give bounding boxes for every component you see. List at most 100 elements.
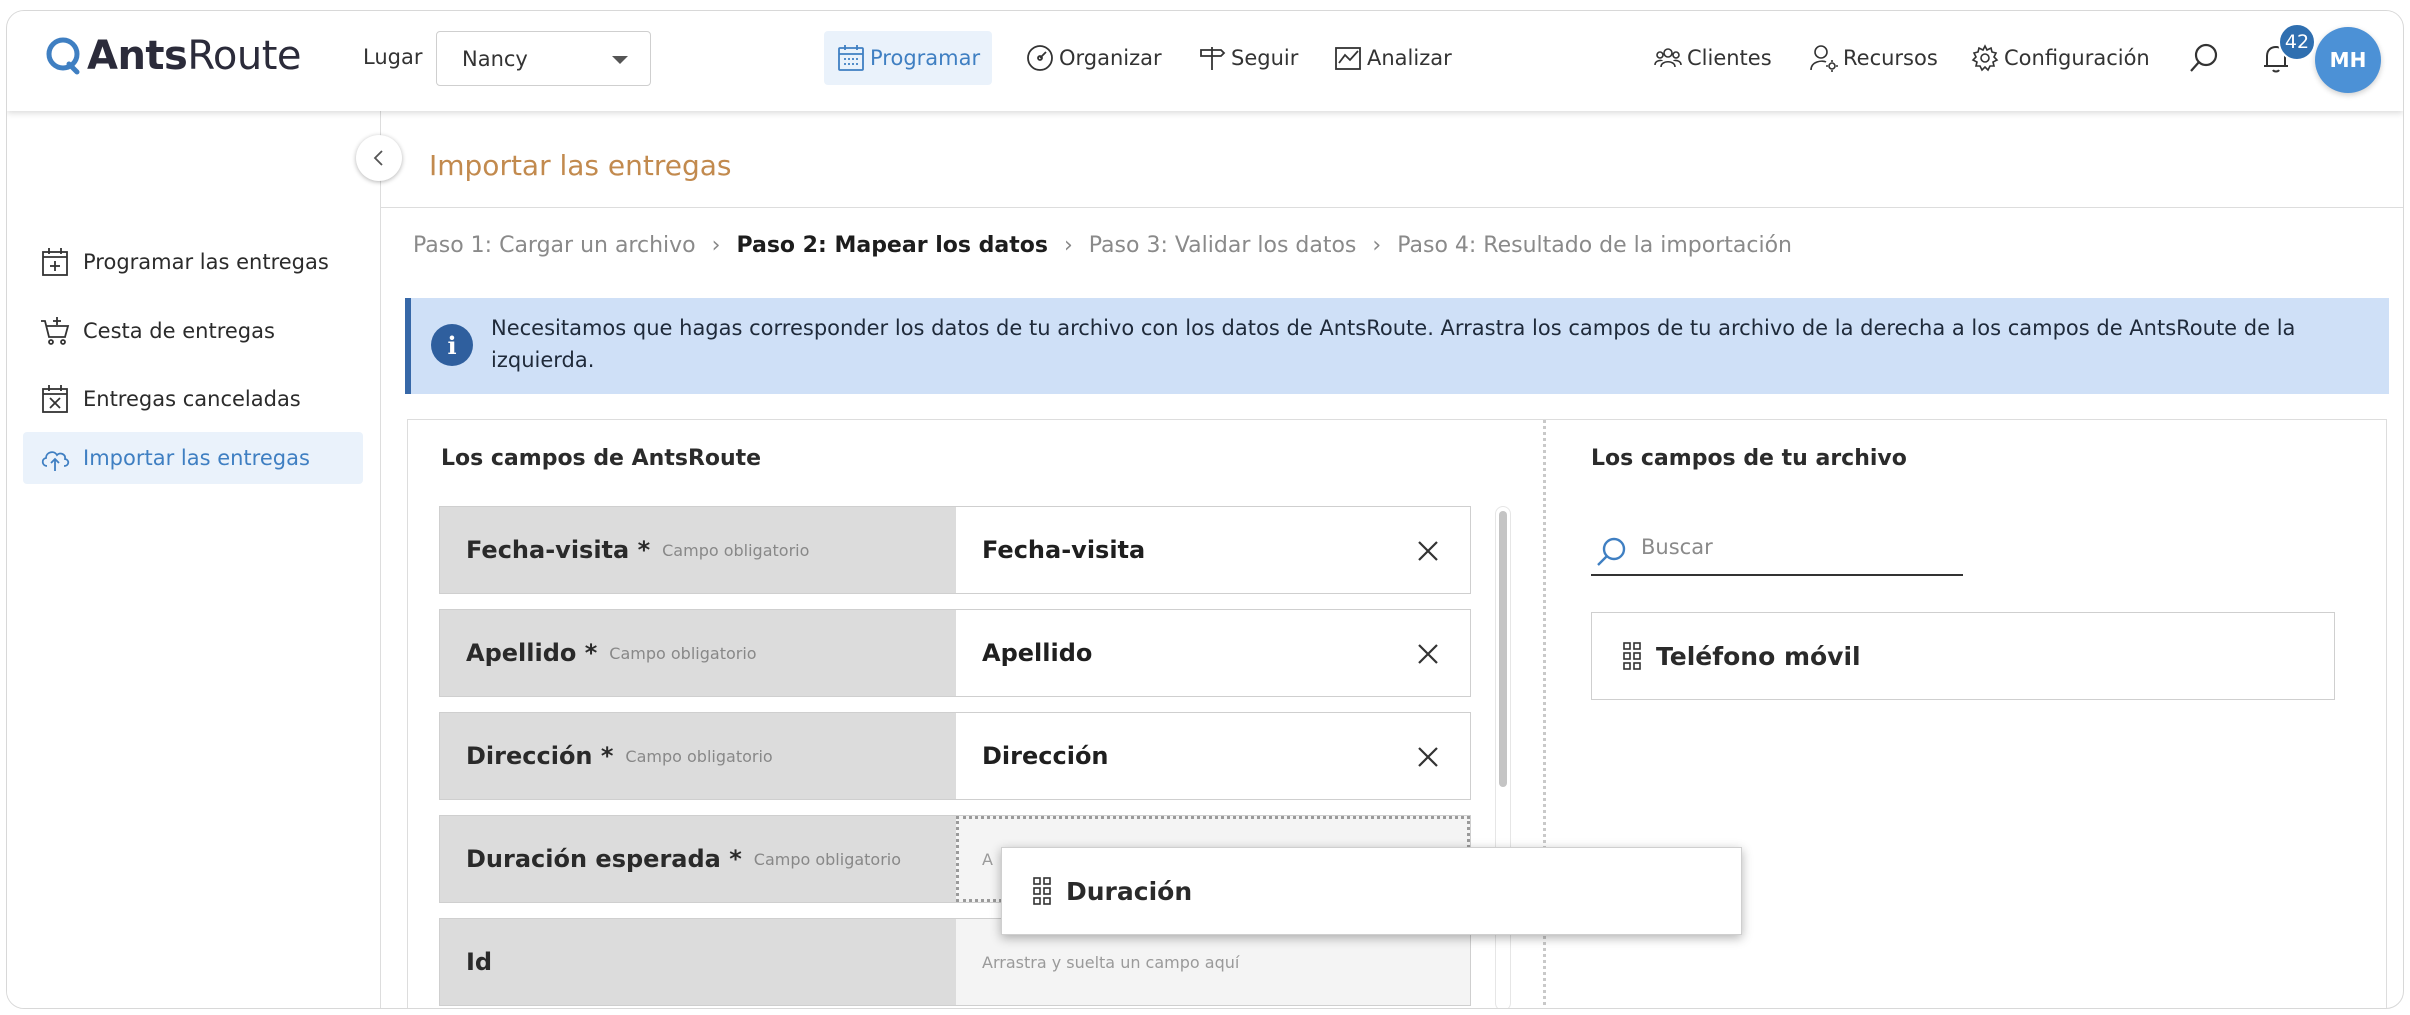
nav-programar[interactable]: Programar — [824, 31, 993, 85]
field-label-cell: Apellido * Campo obligatorio — [440, 610, 956, 696]
search-icon[interactable] — [2187, 41, 2221, 75]
brand-name: AntsRoute — [87, 33, 301, 79]
close-icon[interactable] — [1414, 640, 1442, 668]
calendar-plus-icon — [42, 248, 68, 276]
sidebar-item-label: Importar las entregas — [83, 446, 310, 470]
app-window: AntsRoute Lugar Nancy Programar Organiza… — [6, 10, 2404, 1009]
file-fields-title: Los campos de tu archivo — [1591, 446, 1907, 471]
mapping-row: Apellido * Campo obligatorio Apellido — [439, 609, 1471, 697]
chevron-down-icon — [612, 56, 628, 64]
info-text: Necesitamos que hagas corresponder los d… — [491, 316, 2296, 372]
calendar-icon — [838, 45, 864, 71]
nav-seguir[interactable]: Seguir — [1197, 31, 1298, 85]
mapped-value-cell[interactable]: Fecha-visita — [956, 507, 1470, 593]
place-select-value: Nancy — [462, 46, 528, 71]
nav-configuracion-label: Configuración — [2004, 46, 2150, 70]
nav-clientes[interactable]: Clientes — [1653, 31, 1772, 85]
file-field-label: Teléfono móvil — [1656, 641, 1861, 671]
mapped-value: Dirección — [982, 742, 1109, 770]
drag-handle-icon — [1623, 642, 1641, 670]
field-name: Fecha-visita * — [466, 536, 651, 564]
sidebar-item-programar[interactable]: Programar las entregas — [23, 236, 363, 288]
mapped-value-cell[interactable]: Dirección — [956, 713, 1470, 799]
required-hint: Campo obligatorio — [753, 849, 902, 869]
mapping-row: Dirección * Campo obligatorio Dirección — [439, 712, 1471, 800]
drop-hint: A — [982, 849, 993, 869]
chevron-right-icon: › — [1372, 233, 1382, 258]
file-fields-search — [1591, 520, 1963, 576]
chart-icon — [1335, 47, 1361, 70]
nav-analizar[interactable]: Analizar — [1333, 31, 1452, 85]
place-select[interactable]: Nancy — [436, 31, 651, 86]
step-4: Paso 4: Resultado de la importación — [1397, 233, 1792, 258]
people-icon — [1654, 48, 1682, 68]
basket-icon — [41, 317, 70, 345]
antsroute-logo[interactable]: AntsRoute — [43, 33, 301, 79]
sidebar-item-importar[interactable]: Importar las entregas — [23, 432, 363, 484]
scrollbar-thumb[interactable] — [1499, 511, 1507, 787]
nav-recursos[interactable]: Recursos — [1809, 31, 1938, 85]
page-title: Importar las entregas — [429, 149, 732, 182]
sidebar-collapse-button[interactable] — [356, 135, 402, 181]
nav-organizar-label: Organizar — [1059, 46, 1162, 70]
search-icon — [1597, 537, 1626, 566]
info-banner: i Necesitamos que hagas corresponder los… — [405, 298, 2389, 394]
mapped-value-cell[interactable]: Apellido — [956, 610, 1470, 696]
nav-clientes-label: Clientes — [1687, 46, 1772, 70]
sidebar-item-cesta[interactable]: Cesta de entregas — [23, 305, 363, 357]
search-input[interactable] — [1641, 532, 1941, 562]
field-name: Id — [466, 948, 493, 976]
nav-seguir-label: Seguir — [1231, 46, 1299, 70]
nav-configuracion[interactable]: Configuración — [1970, 31, 2150, 85]
signpost-icon — [1200, 47, 1226, 70]
drag-handle-icon — [1033, 877, 1051, 905]
chevron-left-icon — [373, 150, 383, 166]
sidebar: Programar las entregas Cesta de entregas… — [7, 111, 381, 1008]
file-field-chip[interactable]: Teléfono móvil — [1591, 612, 2335, 700]
field-label-cell: Fecha-visita * Campo obligatorio — [440, 507, 956, 593]
chevron-right-icon: › — [711, 233, 721, 258]
sidebar-item-label: Cesta de entregas — [83, 319, 275, 343]
dragging-field-label: Duración — [1066, 876, 1193, 906]
dragging-field-chip[interactable]: Duración — [1001, 847, 1742, 935]
nav-organizar[interactable]: Organizar — [1025, 31, 1162, 85]
field-label-cell: Dirección * Campo obligatorio — [440, 713, 956, 799]
mapped-value: Fecha-visita — [982, 536, 1146, 564]
required-hint: Campo obligatorio — [662, 540, 810, 560]
field-name: Apellido * — [466, 639, 598, 667]
user-gear-icon — [1810, 45, 1838, 72]
step-2: Paso 2: Mapear los datos — [736, 233, 1048, 258]
close-icon[interactable] — [1414, 537, 1442, 565]
mapping-card: Los campos de AntsRoute Los campos de tu… — [407, 419, 2387, 1008]
avatar[interactable]: MH — [2315, 27, 2381, 93]
mapped-value: Apellido — [982, 639, 1093, 667]
calendar-x-icon — [42, 385, 68, 413]
cloud-upload-icon — [41, 451, 70, 471]
step-3: Paso 3: Validar los datos — [1088, 233, 1357, 258]
chevron-right-icon: › — [1063, 233, 1073, 258]
nav-programar-label: Programar — [870, 46, 981, 70]
field-label-cell: Duración esperada * Campo obligatorio — [440, 816, 956, 902]
antsroute-logo-icon — [46, 37, 80, 75]
breadcrumb: Paso 1: Cargar un archivo › Paso 2: Mape… — [413, 233, 1792, 258]
required-hint: Campo obligatorio — [625, 746, 773, 766]
sidebar-item-canceladas[interactable]: Entregas canceladas — [23, 373, 363, 425]
info-icon: i — [431, 324, 473, 366]
close-icon[interactable] — [1414, 743, 1442, 771]
field-name: Duración esperada * — [466, 845, 742, 873]
antsroute-fields-title: Los campos de AntsRoute — [441, 446, 762, 471]
gauge-icon — [1027, 45, 1053, 71]
nav-recursos-label: Recursos — [1843, 46, 1938, 70]
field-label-cell: Id — [440, 919, 956, 1005]
sidebar-item-label: Programar las entregas — [83, 250, 329, 274]
sidebar-item-label: Entregas canceladas — [83, 387, 301, 411]
drop-hint: Arrastra y suelta un campo aquí — [982, 952, 1240, 972]
gear-icon — [1971, 44, 1999, 72]
step-1: Paso 1: Cargar un archivo — [413, 233, 696, 258]
nav-analizar-label: Analizar — [1367, 46, 1452, 70]
field-name: Dirección * — [466, 742, 614, 770]
required-hint: Campo obligatorio — [609, 643, 757, 663]
page-header: Importar las entregas — [381, 111, 2403, 208]
notification-badge: 42 — [2278, 23, 2316, 61]
mapping-row: Fecha-visita * Campo obligatorio Fecha-v… — [439, 506, 1471, 594]
